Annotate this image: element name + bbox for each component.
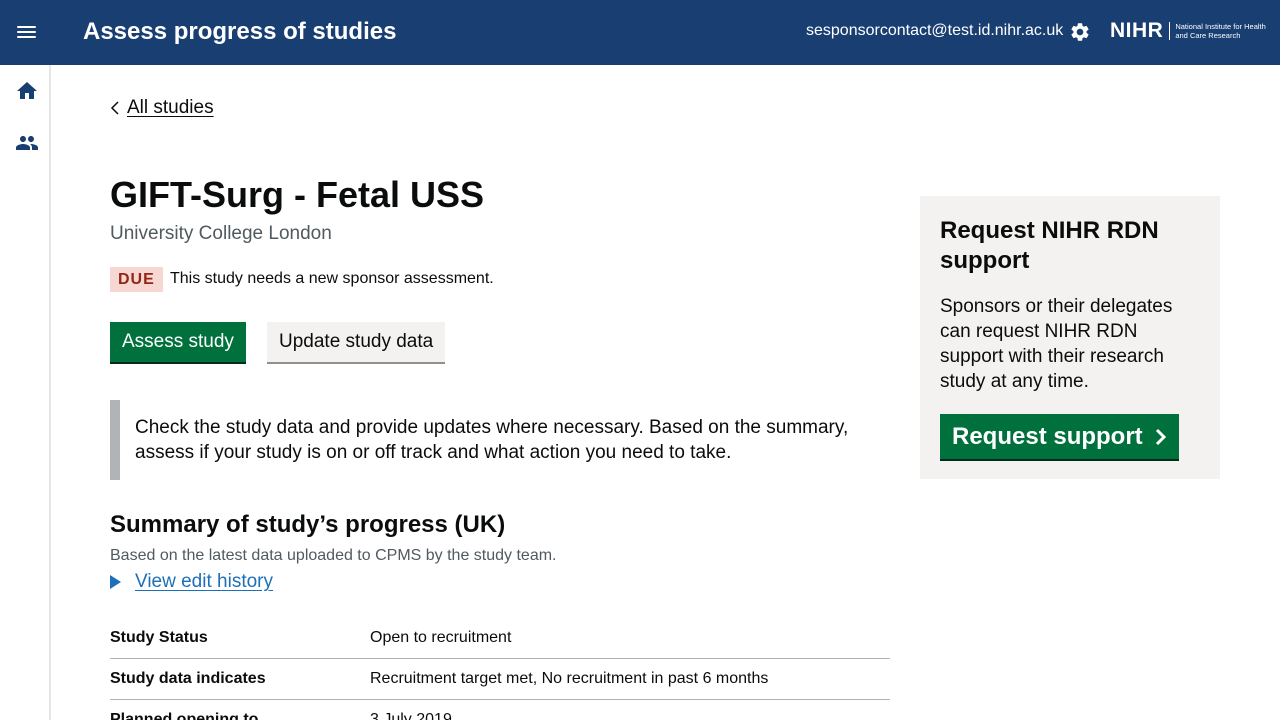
- table-row: Planned opening to 3 July 2019: [110, 700, 890, 720]
- table-row: Study Status Open to recruitment: [110, 618, 890, 659]
- people-icon[interactable]: [14, 131, 40, 155]
- edit-history-link[interactable]: View edit history: [135, 571, 273, 593]
- edit-history-toggle[interactable]: View edit history: [110, 571, 273, 593]
- row-value: 3 July 2019: [370, 711, 452, 720]
- support-heading: Request NIHR RDN support: [940, 217, 1159, 274]
- support-body: Sponsors or their delegates can request …: [940, 296, 1173, 392]
- table-row: Study data indicates Recruitment target …: [110, 659, 890, 700]
- logo-subtitle: National Institute for Health and Care R…: [1169, 22, 1277, 40]
- request-support-label: Request support: [952, 422, 1143, 450]
- row-key: Study Status: [110, 629, 208, 646]
- row-value: Recruitment target met, No recruitment i…: [370, 670, 769, 687]
- status-badge: DUE: [110, 267, 163, 292]
- sidebar: [0, 65, 51, 720]
- page-title: GIFT-Surg - Fetal USS: [110, 174, 485, 215]
- user-email: sesponsorcontact@test.id.nihr.ac.uk: [806, 22, 1064, 39]
- row-key: Planned opening to: [110, 711, 259, 720]
- summary-table: Study Status Open to recruitment Study d…: [110, 618, 890, 720]
- gear-icon[interactable]: [1069, 21, 1091, 43]
- organisation: University College London: [110, 223, 332, 244]
- app-title[interactable]: Assess progress of studies: [83, 18, 396, 46]
- home-icon[interactable]: [14, 79, 40, 103]
- assess-study-button[interactable]: Assess study: [110, 322, 246, 362]
- back-link[interactable]: All studies: [110, 97, 214, 119]
- status-message: This study needs a new sponsor assessmen…: [170, 270, 494, 287]
- back-link-label: All studies: [127, 97, 214, 118]
- app-header: Assess progress of studies sesponsorcont…: [0, 0, 1280, 65]
- menu-icon[interactable]: [17, 24, 37, 40]
- row-key: Study data indicates: [110, 670, 266, 687]
- update-study-data-button[interactable]: Update study data: [267, 322, 446, 362]
- summary-subtext: Based on the latest data uploaded to CPM…: [110, 547, 557, 564]
- chevron-left-icon: [110, 101, 119, 115]
- summary-heading: Summary of study’s progress (UK): [110, 511, 506, 538]
- row-value: Open to recruitment: [370, 629, 512, 646]
- logo-word: NIHR: [1110, 19, 1164, 42]
- inset-text: Check the study data and provide updates…: [110, 400, 870, 480]
- request-support-button[interactable]: Request support: [940, 414, 1179, 459]
- nihr-logo[interactable]: NIHR National Institute for Health and C…: [1110, 19, 1277, 43]
- triangle-right-icon: [110, 575, 121, 589]
- chevron-right-icon: [1155, 428, 1166, 445]
- support-panel: Request NIHR RDN support Sponsors or the…: [920, 196, 1220, 479]
